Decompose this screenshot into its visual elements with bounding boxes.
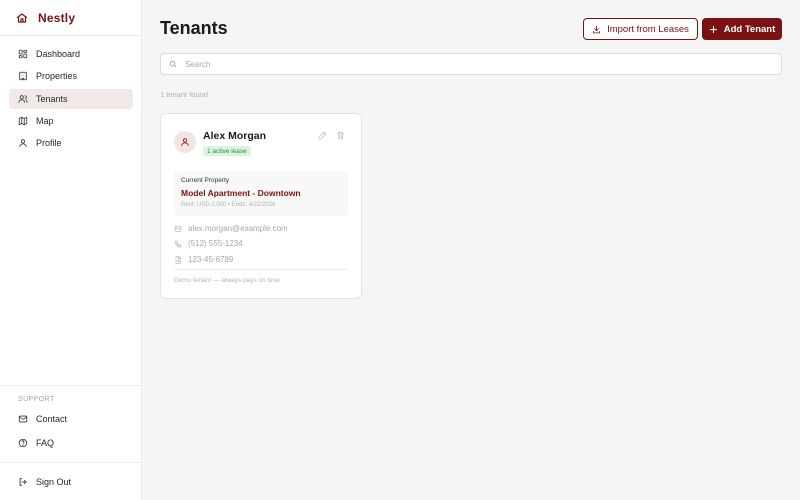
mail-icon	[174, 225, 182, 233]
email-row: alex.morgan@example.com	[174, 224, 288, 233]
sidebar-item-label: Dashboard	[36, 49, 81, 59]
download-icon	[592, 25, 601, 34]
current-property: Current Property Model Apartment - Downt…	[174, 171, 348, 216]
grid-icon	[18, 49, 28, 59]
tenant-name: Alex Morgan	[203, 130, 267, 142]
sidebar-item-faq[interactable]: FAQ	[9, 433, 133, 453]
add-tenant-button[interactable]: Add Tenant	[702, 18, 782, 40]
phone-icon	[174, 240, 182, 248]
search-input[interactable]	[185, 59, 781, 69]
brand-name: Nestly	[38, 10, 76, 25]
tenant-email[interactable]: alex.morgan@example.com	[188, 224, 288, 233]
results-count: 1 tenant found	[160, 90, 208, 99]
import-from-leases-button[interactable]: Import from Leases	[583, 18, 698, 40]
tenant-phone[interactable]: (512) 555-1234	[188, 239, 243, 248]
tenant-card[interactable]: Alex Morgan 1 active lease Current Prope…	[160, 113, 362, 299]
trash-icon[interactable]	[336, 131, 345, 140]
sidebar-item-label: Contact	[36, 414, 68, 424]
signout-section: Sign Out	[0, 462, 142, 500]
main-content: Tenants Import from Leases Add Tenant 1 …	[142, 0, 800, 500]
sidebar-item-label: FAQ	[36, 438, 55, 448]
tenant-ssn: 123-45-6789	[188, 255, 234, 264]
help-circle-icon	[18, 438, 28, 448]
brand[interactable]: Nestly	[0, 0, 142, 36]
search-bar	[160, 53, 782, 75]
sidebar-item-tenants[interactable]: Tenants	[9, 88, 133, 109]
plus-icon	[709, 25, 718, 34]
import-label: Import from Leases	[607, 23, 689, 35]
status-badge: 1 active lease	[203, 146, 251, 156]
ssn-row: 123-45-6789	[174, 255, 233, 264]
user-icon	[181, 138, 189, 146]
property-link[interactable]: Model Apartment - Downtown	[181, 188, 301, 198]
house-icon	[16, 12, 28, 24]
phone-row: (512) 555-1234	[174, 239, 243, 248]
mail-icon	[18, 414, 28, 424]
tenant-notes: Demo tenant — always pays on time	[174, 277, 280, 284]
user-icon	[18, 138, 28, 148]
edit-icon[interactable]	[318, 131, 327, 140]
sidebar-item-profile[interactable]: Profile	[9, 133, 133, 153]
sidebar-item-map[interactable]: Map	[9, 111, 133, 131]
add-tenant-label: Add Tenant	[723, 23, 776, 35]
divider	[174, 269, 348, 270]
sidebar-item-label: Map	[36, 115, 54, 126]
map-icon	[18, 116, 28, 126]
sidebar-item-contact[interactable]: Contact	[9, 409, 133, 429]
document-icon	[174, 255, 182, 264]
sidebar-item-label: Profile	[36, 138, 62, 149]
avatar	[174, 131, 196, 153]
sidebar-item-properties[interactable]: Properties	[9, 66, 133, 86]
sidebar-item-label: Properties	[36, 71, 78, 82]
property-meta: Rent: USD 2,000 • Ends: 4/22/2026	[181, 202, 276, 208]
sidebar: Nestly Dashboard Properties Tenants Map	[0, 0, 142, 500]
building-icon	[18, 71, 28, 81]
search-icon	[169, 60, 177, 68]
page-title: Tenants	[160, 18, 228, 38]
sidebar-nav: Dashboard Properties Tenants Map Profile	[9, 44, 133, 155]
support-label: SUPPORT	[18, 396, 55, 403]
property-label: Current Property	[181, 177, 230, 184]
users-icon	[18, 94, 28, 104]
sidebar-item-dashboard[interactable]: Dashboard	[9, 44, 133, 64]
sign-out-button[interactable]: Sign Out	[9, 472, 133, 492]
support-section: SUPPORT Contact FAQ	[0, 385, 142, 448]
sidebar-item-label: Tenants	[36, 93, 68, 104]
sign-out-label: Sign Out	[36, 477, 72, 487]
log-out-icon	[18, 477, 28, 487]
